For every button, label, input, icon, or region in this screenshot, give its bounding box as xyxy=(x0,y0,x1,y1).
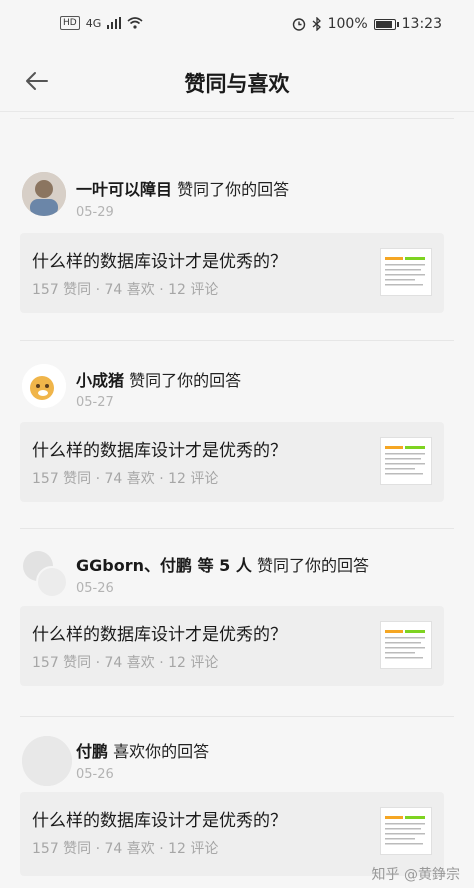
hd-badge: HD xyxy=(60,16,80,30)
status-left: HD 4G xyxy=(60,16,143,30)
notification-headline: 小成猪 赞同了你的回答 xyxy=(76,367,241,391)
notification-date: 05-27 xyxy=(76,395,114,410)
actor-name[interactable]: 小成猪 xyxy=(76,371,124,390)
answer-stats: 157 赞同 · 74 喜欢 · 12 评论 xyxy=(32,282,219,298)
answer-stats: 157 赞同 · 74 喜欢 · 12 评论 xyxy=(32,655,219,671)
notification-headline: 付鹏 喜欢你的回答 xyxy=(76,738,209,762)
answer-stats: 157 赞同 · 74 喜欢 · 12 评论 xyxy=(32,471,219,487)
notification-item[interactable]: 小成猪 赞同了你的回答 05-27 什么样的数据库设计才是优秀的？ 157 赞同… xyxy=(0,340,474,528)
notification-date: 05-26 xyxy=(76,581,114,596)
divider xyxy=(20,528,454,529)
status-bar: HD 4G 100% 13:23 xyxy=(0,0,474,50)
avatar[interactable] xyxy=(22,364,66,408)
answer-thumbnail xyxy=(380,621,432,669)
action-text: 赞同了你的回答 xyxy=(129,371,242,390)
question-title: 什么样的数据库设计才是优秀的？ xyxy=(32,252,287,272)
notification-item[interactable]: GGborn、付鹏 等 5 人 赞同了你的回答 05-26 什么样的数据库设计才… xyxy=(0,528,474,716)
actor-name[interactable]: 付鹏 xyxy=(76,742,108,761)
actor-name[interactable]: 一叶可以障目 xyxy=(76,180,172,199)
avatar[interactable] xyxy=(22,172,66,216)
question-title: 什么样的数据库设计才是优秀的？ xyxy=(32,441,287,461)
actor-name[interactable]: GGborn、付鹏 等 5 人 xyxy=(76,556,252,575)
notification-item[interactable]: 付鹏 喜欢你的回答 05-26 什么样的数据库设计才是优秀的？ 157 赞同 ·… xyxy=(0,716,474,888)
battery-icon xyxy=(373,18,399,30)
action-text: 赞同了你的回答 xyxy=(177,180,290,199)
page-title: 赞同与喜欢 xyxy=(184,72,290,96)
divider xyxy=(20,340,454,341)
answer-stats: 157 赞同 · 74 喜欢 · 12 评论 xyxy=(32,841,219,857)
battery-percent: 100% xyxy=(327,16,368,32)
wifi-icon xyxy=(127,17,143,29)
action-text: 赞同了你的回答 xyxy=(256,556,369,575)
answer-card[interactable]: 什么样的数据库设计才是优秀的？ 157 赞同 · 74 喜欢 · 12 评论 xyxy=(20,606,444,686)
answer-card[interactable]: 什么样的数据库设计才是优秀的？ 157 赞同 · 74 喜欢 · 12 评论 xyxy=(20,233,444,313)
question-title: 什么样的数据库设计才是优秀的？ xyxy=(32,625,287,645)
avatar[interactable] xyxy=(22,736,72,786)
answer-card[interactable]: 什么样的数据库设计才是优秀的？ 157 赞同 · 74 喜欢 · 12 评论 xyxy=(20,422,444,502)
status-right: 100% 13:23 xyxy=(292,16,442,32)
avatar-group[interactable] xyxy=(22,550,68,598)
clock: 13:23 xyxy=(401,16,442,32)
notification-date: 05-26 xyxy=(76,767,114,782)
answer-thumbnail xyxy=(380,807,432,855)
divider xyxy=(20,716,454,717)
question-title: 什么样的数据库设计才是优秀的？ xyxy=(32,811,287,831)
notification-date: 05-29 xyxy=(76,205,114,220)
signal-icon xyxy=(107,17,122,29)
bluetooth-icon xyxy=(312,17,321,31)
divider xyxy=(20,118,454,119)
notification-headline: GGborn、付鹏 等 5 人 赞同了你的回答 xyxy=(76,552,369,576)
answer-thumbnail xyxy=(380,248,432,296)
watermark: 知乎 @黄錚宗 xyxy=(371,867,460,883)
answer-thumbnail xyxy=(380,437,432,485)
action-text: 喜欢你的回答 xyxy=(113,742,210,761)
network-label: 4G xyxy=(85,16,102,30)
notification-headline: 一叶可以障目 赞同了你的回答 xyxy=(76,176,289,200)
nav-bar: 赞同与喜欢 xyxy=(0,50,474,112)
notification-item[interactable]: 一叶可以障目 赞同了你的回答 05-29 什么样的数据库设计才是优秀的？ 157… xyxy=(0,112,474,340)
alarm-icon xyxy=(292,18,305,31)
